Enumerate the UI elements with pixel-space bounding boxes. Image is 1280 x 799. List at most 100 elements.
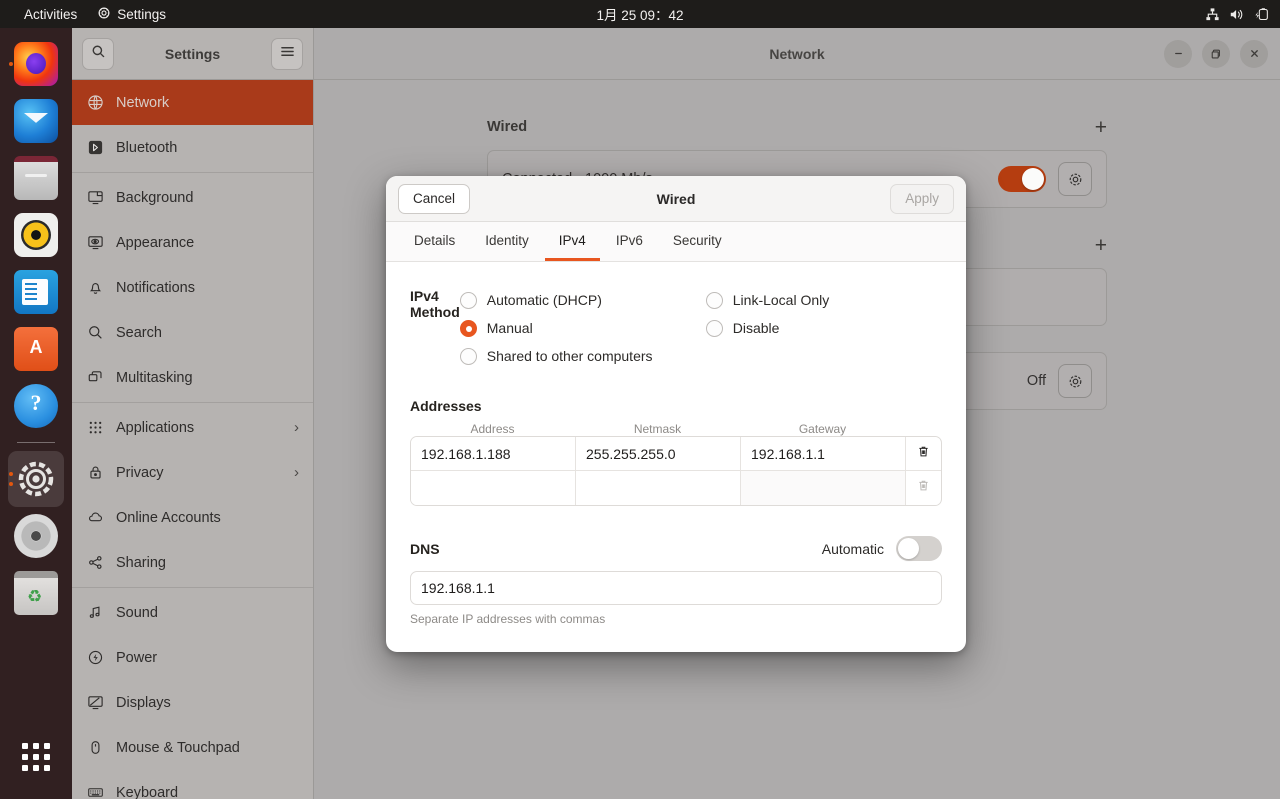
tab-details[interactable]: Details bbox=[400, 223, 469, 261]
delete-address-button[interactable] bbox=[906, 471, 940, 505]
activities-button[interactable]: Activities bbox=[14, 0, 87, 28]
sidebar-item-label: Background bbox=[116, 189, 194, 206]
page-title: Network bbox=[769, 45, 825, 62]
sidebar-item-search[interactable]: Search bbox=[72, 310, 313, 355]
radio-disable[interactable]: Disable bbox=[705, 314, 952, 342]
radio-label: Manual bbox=[486, 320, 533, 336]
chevron-right-icon: › bbox=[294, 464, 299, 481]
sidebar-item-label: Sharing bbox=[116, 554, 166, 571]
settings-icon bbox=[14, 457, 58, 501]
radio-shared-to-other-computers[interactable]: Shared to other computers bbox=[459, 342, 706, 370]
ubuntu-software-icon: A bbox=[14, 327, 58, 371]
settings-gear-icon bbox=[97, 6, 111, 23]
add-section2-button[interactable]: + bbox=[1095, 235, 1107, 256]
window-headerbar: Settings Network bbox=[72, 28, 1280, 80]
sidebar-item-label: Sound bbox=[116, 604, 158, 621]
sidebar-item-sound[interactable]: Sound bbox=[72, 590, 313, 635]
netmask-input[interactable] bbox=[576, 471, 741, 505]
running-indicator-2 bbox=[9, 482, 13, 486]
address-input[interactable]: 192.168.1.188 bbox=[411, 437, 576, 470]
dock-item-firefox[interactable] bbox=[8, 36, 64, 92]
dock-item-libreoffice-writer[interactable] bbox=[8, 264, 64, 320]
sidebar-item-multitasking[interactable]: Multitasking bbox=[72, 355, 313, 400]
toggle-knob bbox=[898, 538, 919, 559]
sidebar-item-applications[interactable]: Applications › bbox=[72, 405, 313, 450]
column-header-netmask: Netmask bbox=[633, 422, 682, 436]
cancel-button[interactable]: Cancel bbox=[398, 183, 471, 214]
system-tray[interactable] bbox=[1205, 7, 1270, 22]
sidebar-item-online-accounts[interactable]: Online Accounts bbox=[72, 495, 313, 540]
dock-item-ubuntu-software[interactable]: A bbox=[8, 321, 64, 377]
radio-manual[interactable]: Manual bbox=[459, 314, 706, 342]
section3-settings-button[interactable] bbox=[1058, 364, 1092, 398]
sidebar-item-power[interactable]: Power bbox=[72, 635, 313, 680]
app-menu-label: Settings bbox=[117, 6, 167, 22]
sidebar-item-displays[interactable]: Displays bbox=[72, 680, 313, 725]
apps-grid-icon bbox=[22, 743, 50, 771]
dock-item-settings[interactable] bbox=[8, 451, 64, 507]
wired-toggle[interactable] bbox=[998, 166, 1046, 192]
ipv4-method-options: Automatic (DHCP) Manual Shared to other … bbox=[459, 286, 952, 370]
table-row bbox=[411, 471, 941, 505]
dock-item-trash[interactable]: ♻ bbox=[8, 565, 64, 621]
globe-icon bbox=[86, 94, 104, 112]
maximize-button[interactable] bbox=[1202, 39, 1230, 68]
menu-button[interactable] bbox=[271, 37, 303, 70]
add-wired-button[interactable]: + bbox=[1095, 117, 1107, 138]
dns-servers-input[interactable]: 192.168.1.1 bbox=[410, 571, 942, 605]
close-button[interactable] bbox=[1240, 39, 1268, 68]
disc-icon bbox=[14, 514, 58, 558]
sidebar-item-notifications[interactable]: Notifications bbox=[72, 265, 313, 310]
address-input[interactable] bbox=[411, 471, 576, 505]
clock[interactable]: 1月 25 09：42 bbox=[0, 4, 1280, 24]
search-icon bbox=[91, 44, 106, 64]
toggle-knob bbox=[1022, 168, 1044, 190]
minimize-button[interactable] bbox=[1164, 39, 1192, 68]
ipv4-method-section: IPv4 Method Automatic (DHCP) Manual Shar… bbox=[410, 286, 942, 370]
background-icon bbox=[86, 189, 104, 207]
sidebar-item-network[interactable]: Network bbox=[72, 80, 313, 125]
tab-ipv4[interactable]: IPv4 bbox=[544, 223, 600, 261]
gateway-input[interactable]: 192.168.1.1 bbox=[741, 437, 906, 470]
search-button[interactable] bbox=[82, 37, 114, 70]
show-applications-button[interactable] bbox=[8, 729, 64, 785]
tab-security[interactable]: Security bbox=[659, 223, 736, 261]
dns-title: DNS bbox=[410, 540, 440, 557]
netmask-input[interactable]: 255.255.255.0 bbox=[576, 437, 741, 470]
radio-indicator bbox=[705, 291, 723, 309]
sidebar-item-label: Notifications bbox=[116, 279, 195, 296]
gateway-input[interactable] bbox=[741, 471, 906, 505]
dock-item-disc[interactable] bbox=[8, 508, 64, 564]
files-icon bbox=[14, 156, 58, 200]
sidebar-item-privacy[interactable]: Privacy › bbox=[72, 450, 313, 495]
power-icon bbox=[86, 649, 104, 667]
wired-settings-button[interactable] bbox=[1058, 162, 1092, 196]
wired-section-header: Wired + bbox=[487, 110, 1107, 144]
dialog-title: Wired bbox=[656, 190, 696, 207]
apply-button[interactable]: Apply bbox=[890, 183, 954, 214]
running-indicator bbox=[9, 62, 13, 66]
sidebar-item-keyboard[interactable]: Keyboard bbox=[72, 770, 313, 799]
wired-connection-dialog: Cancel Wired Apply Details Identity IPv4… bbox=[386, 176, 966, 652]
tab-ipv6[interactable]: IPv6 bbox=[602, 223, 657, 261]
thunderbird-icon bbox=[14, 99, 58, 143]
dock-item-thunderbird[interactable] bbox=[8, 93, 64, 149]
delete-address-button[interactable] bbox=[906, 437, 940, 470]
music-note-icon bbox=[86, 604, 104, 622]
sidebar-item-bluetooth[interactable]: Bluetooth bbox=[72, 125, 313, 170]
app-menu-button[interactable]: Settings bbox=[87, 0, 176, 28]
volume-icon bbox=[1229, 7, 1245, 22]
dock-item-files[interactable] bbox=[8, 150, 64, 206]
sidebar-item-label: Mouse & Touchpad bbox=[116, 739, 240, 756]
display-icon bbox=[86, 694, 104, 712]
dns-automatic-toggle[interactable] bbox=[896, 536, 942, 561]
sidebar-item-background[interactable]: Background bbox=[72, 175, 313, 220]
radio-link-local-only[interactable]: Link-Local Only bbox=[705, 286, 952, 314]
sidebar-item-sharing[interactable]: Sharing bbox=[72, 540, 313, 585]
dock-item-help[interactable]: ? bbox=[8, 378, 64, 434]
dock-item-rhythmbox[interactable] bbox=[8, 207, 64, 263]
sidebar-item-appearance[interactable]: Appearance bbox=[72, 220, 313, 265]
radio-automatic-dhcp[interactable]: Automatic (DHCP) bbox=[459, 286, 706, 314]
tab-identity[interactable]: Identity bbox=[471, 223, 543, 261]
sidebar-item-mouse-touchpad[interactable]: Mouse & Touchpad bbox=[72, 725, 313, 770]
